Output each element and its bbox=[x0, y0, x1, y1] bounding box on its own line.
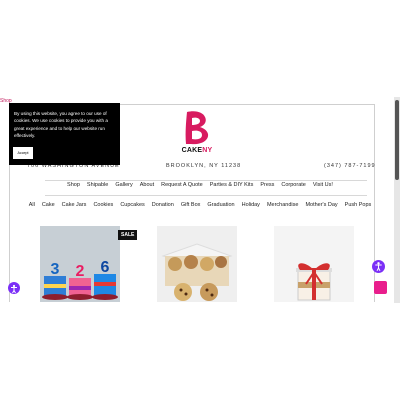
brand-name-cake: CAKE bbox=[181, 147, 203, 154]
accessibility-figure-icon bbox=[375, 262, 382, 272]
category-merchandise[interactable]: Merchandise bbox=[267, 202, 299, 208]
cakeny-logo[interactable]: CAKENY bbox=[178, 108, 216, 158]
store-phone[interactable]: (347) 787-7199 bbox=[324, 163, 376, 169]
sale-badge: SALE bbox=[118, 230, 138, 240]
blank-header-area bbox=[0, 0, 400, 97]
nav-about[interactable]: About bbox=[140, 182, 154, 188]
cookie-consent-banner: By using this website, you agree to our … bbox=[9, 103, 120, 165]
category-cake[interactable]: Cake bbox=[42, 202, 55, 208]
cake-number-6: 6 bbox=[101, 259, 110, 276]
cookie-box-image bbox=[157, 226, 237, 302]
category-cupcakes[interactable]: Cupcakes bbox=[120, 202, 144, 208]
category-graduation[interactable]: Graduation bbox=[207, 202, 234, 208]
category-gift-box[interactable]: Gift Box bbox=[181, 202, 201, 208]
nav-press[interactable]: Press bbox=[260, 182, 274, 188]
nav-bottom-divider bbox=[45, 195, 367, 196]
nav-corporate[interactable]: Corporate bbox=[281, 182, 305, 188]
product-card-number-cake[interactable]: 3 2 6 bbox=[40, 226, 120, 302]
logo-b-icon bbox=[185, 111, 209, 145]
category-holiday[interactable]: Holiday bbox=[242, 202, 260, 208]
cake-jar-gift-image bbox=[274, 226, 354, 302]
accessibility-widget-button[interactable] bbox=[372, 260, 385, 273]
category-cookies[interactable]: Cookies bbox=[93, 202, 113, 208]
accessibility-icon[interactable] bbox=[8, 282, 20, 294]
nav-shop[interactable]: Shop bbox=[67, 182, 80, 188]
category-donation[interactable]: Donation bbox=[152, 202, 174, 208]
store-city: BROOKLYN, NY 11238 bbox=[166, 163, 242, 169]
category-mothers-day[interactable]: Mother's Day bbox=[305, 202, 337, 208]
nav-parties-diy-kits[interactable]: Parties & DIY Kits bbox=[210, 182, 254, 188]
category-push-pops[interactable]: Push Pops bbox=[345, 202, 372, 208]
scrollbar-thumb[interactable] bbox=[395, 100, 399, 180]
nav-gallery[interactable]: Gallery bbox=[115, 182, 132, 188]
brand-name: CAKENY bbox=[178, 147, 216, 154]
category-all[interactable]: All bbox=[29, 202, 35, 208]
chat-widget-button[interactable] bbox=[374, 281, 387, 294]
accept-cookies-button[interactable]: Accept bbox=[13, 147, 33, 159]
nav-request-quote[interactable]: Request A Quote bbox=[161, 182, 203, 188]
accessibility-figure-icon bbox=[11, 284, 17, 294]
brand-name-ny: NY bbox=[202, 147, 213, 154]
cake-number-2: 2 bbox=[76, 263, 85, 280]
nav-visit-us[interactable]: Visit Us! bbox=[313, 182, 333, 188]
number-cake-image: 3 2 6 bbox=[40, 226, 120, 302]
nav-top-divider bbox=[45, 180, 367, 181]
cake-number-3: 3 bbox=[51, 261, 60, 278]
product-card-cookie-box[interactable] bbox=[157, 226, 237, 302]
category-cake-jars[interactable]: Cake Jars bbox=[62, 202, 87, 208]
product-card-cake-jar-gift[interactable] bbox=[274, 226, 354, 302]
nav-shipable[interactable]: Shipable bbox=[87, 182, 108, 188]
main-nav: Shop Shipable Gallery About Request A Qu… bbox=[0, 182, 400, 188]
cookie-consent-text: By using this website, you agree to our … bbox=[14, 111, 108, 139]
category-filter: All Cake Cake Jars Cookies Cupcakes Dona… bbox=[0, 202, 400, 208]
